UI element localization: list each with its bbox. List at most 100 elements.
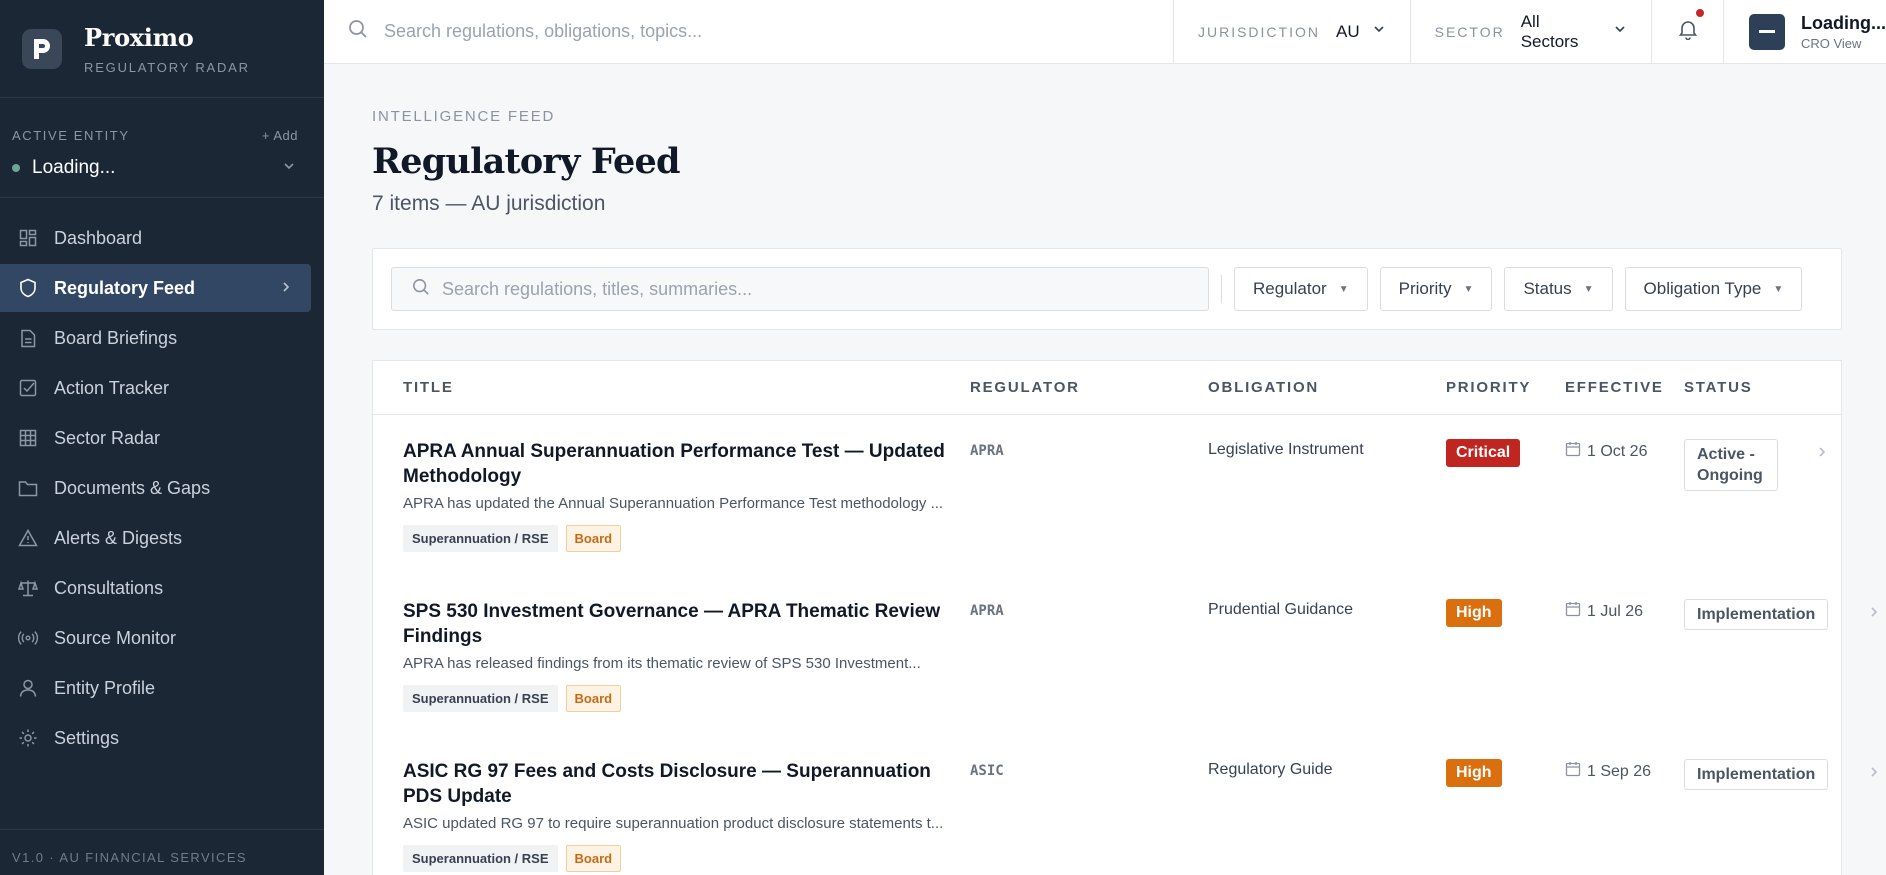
search-icon [348, 19, 368, 44]
column-header-regulator[interactable]: REGULATOR [970, 379, 1208, 396]
status-chip: Implementation [1684, 759, 1829, 790]
sidebar-item-settings[interactable]: Settings [0, 714, 311, 762]
priority-filter[interactable]: Priority ▼ [1379, 267, 1493, 311]
checkbox-icon [18, 378, 38, 398]
chevron-down-icon [282, 159, 310, 178]
dashboard-icon [18, 228, 38, 248]
calendar-icon [1565, 761, 1587, 782]
caret-down-icon: ▼ [1773, 283, 1784, 295]
regulator-code: APRA [970, 443, 1004, 459]
sidebar-item-label: Alerts & Digests [54, 527, 183, 548]
sidebar-item-regulatory-feed[interactable]: Regulatory Feed [0, 264, 311, 312]
row-summary: APRA has released findings from its them… [403, 655, 921, 672]
board-tag: Board [565, 845, 622, 872]
sector-selector[interactable]: SECTOR All Sectors [1411, 0, 1653, 64]
scales-icon [18, 578, 38, 598]
filter-label: Status [1523, 279, 1572, 298]
sidebar-nav: Dashboard Regulatory Feed Board Briefing… [0, 198, 324, 762]
user-name: Loading... [1800, 12, 1886, 33]
filter-label: Priority [1398, 279, 1452, 298]
table-row[interactable]: ASIC RG 97 Fees and Costs Disclosure — S… [373, 735, 1878, 875]
column-header-obligation[interactable]: OBLIGATION [1208, 379, 1446, 396]
sector-label: SECTOR [1434, 23, 1505, 40]
sector-value: All Sectors [1520, 11, 1579, 51]
sidebar: Proximo REGULATORY RADAR ACTIVE ENTITY +… [0, 0, 324, 875]
obligation-type: Prudential Guidance [1208, 601, 1353, 618]
sidebar-item-label: Entity Profile [54, 677, 156, 698]
caret-down-icon: ▼ [1338, 283, 1349, 295]
table-row[interactable]: SPS 530 Investment Governance — APRA The… [373, 575, 1878, 735]
sidebar-item-label: Regulatory Feed [54, 277, 196, 298]
warning-icon [18, 528, 38, 548]
row-title[interactable]: ASIC RG 97 Fees and Costs Disclosure — S… [403, 759, 958, 809]
calendar-icon [1565, 441, 1587, 462]
sidebar-item-dashboard[interactable]: Dashboard [0, 214, 311, 262]
board-tag: Board [565, 685, 622, 712]
brand[interactable]: Proximo REGULATORY RADAR [0, 0, 324, 98]
sidebar-item-sector-radar[interactable]: Sector Radar [0, 414, 311, 462]
sidebar-item-action-tracker[interactable]: Action Tracker [0, 364, 311, 412]
chevron-right-icon [281, 278, 291, 299]
user-role: CRO View [1800, 35, 1862, 51]
global-search[interactable]: Search regulations, obligations, topics.… [324, 0, 1174, 64]
chevron-right-icon[interactable] [1817, 445, 1827, 464]
sidebar-item-label: Consultations [54, 577, 164, 598]
notifications-button[interactable] [1652, 0, 1724, 64]
sidebar-item-label: Settings [54, 727, 120, 748]
jurisdiction-selector[interactable]: JURISDICTION AU [1174, 0, 1411, 64]
effective-date: 1 Oct 26 [1587, 442, 1648, 460]
column-header-effective[interactable]: EFFECTIVE [1565, 379, 1684, 396]
brand-subtitle: REGULATORY RADAR [84, 59, 250, 75]
column-header-status[interactable]: STATUS [1684, 379, 1804, 396]
status-filter[interactable]: Status ▼ [1504, 267, 1613, 311]
board-tag: Board [565, 525, 622, 552]
feed-search-field[interactable]: Search regulations, titles, summaries... [391, 267, 1209, 311]
notification-dot [1696, 8, 1705, 17]
feed-search-input[interactable]: Search regulations, titles, summaries... [442, 279, 752, 300]
jurisdiction-label: JURISDICTION [1197, 23, 1320, 40]
sidebar-item-source-monitor[interactable]: Source Monitor [0, 614, 311, 662]
global-search-input[interactable]: Search regulations, obligations, topics.… [384, 21, 702, 42]
document-icon [18, 328, 38, 348]
chevron-down-icon [1613, 22, 1627, 41]
status-chip: Implementation [1684, 599, 1829, 630]
sidebar-item-documents-gaps[interactable]: Documents & Gaps [0, 464, 311, 512]
row-summary: APRA has updated the Annual Superannuati… [403, 495, 944, 512]
caret-down-icon: ▼ [1463, 283, 1474, 295]
filter-label: Regulator [1253, 279, 1327, 298]
broadcast-icon [18, 628, 38, 648]
entity-selector[interactable]: Loading... [12, 157, 310, 179]
chevron-right-icon[interactable] [1869, 765, 1879, 784]
row-title[interactable]: SPS 530 Investment Governance — APRA The… [403, 599, 958, 649]
gear-icon [18, 728, 38, 748]
status-chip: Active - Ongoing [1684, 439, 1778, 491]
table-row[interactable]: APRA Annual Superannuation Performance T… [373, 415, 1841, 575]
sidebar-item-label: Dashboard [54, 227, 143, 248]
sidebar-item-label: Documents & Gaps [54, 477, 211, 498]
main-content: INTELLIGENCE FEED Regulatory Feed 7 item… [372, 64, 1878, 875]
sector-tag: Superannuation / RSE [403, 845, 558, 872]
row-title[interactable]: APRA Annual Superannuation Performance T… [403, 439, 958, 489]
sidebar-item-consultations[interactable]: Consultations [0, 564, 311, 612]
chevron-right-icon[interactable] [1869, 605, 1879, 624]
obligation-type-filter[interactable]: Obligation Type ▼ [1624, 267, 1803, 311]
regulator-filter[interactable]: Regulator ▼ [1234, 267, 1368, 311]
priority-badge: High [1446, 599, 1502, 627]
add-entity-button[interactable]: + Add [262, 128, 310, 143]
sidebar-item-alerts-digests[interactable]: Alerts & Digests [0, 514, 311, 562]
column-header-title[interactable]: TITLE [373, 379, 970, 396]
entity-status-dot [12, 164, 20, 172]
sidebar-item-entity-profile[interactable]: Entity Profile [0, 664, 311, 712]
regulatory-feed-table: TITLE REGULATOR OBLIGATION PRIORITY EFFE… [372, 360, 1878, 875]
caret-down-icon: ▼ [1583, 283, 1594, 295]
user-menu[interactable]: Loading... CRO View [1724, 13, 1886, 51]
sidebar-item-label: Action Tracker [54, 377, 170, 398]
brand-name: Proximo [84, 22, 194, 52]
sidebar-item-board-briefings[interactable]: Board Briefings [0, 314, 311, 362]
chevron-down-icon [1372, 22, 1386, 41]
jurisdiction-value: AU [1335, 21, 1360, 41]
bell-icon [1677, 18, 1699, 45]
search-icon [412, 278, 430, 301]
user-icon [18, 678, 38, 698]
column-header-priority[interactable]: PRIORITY [1446, 379, 1565, 396]
